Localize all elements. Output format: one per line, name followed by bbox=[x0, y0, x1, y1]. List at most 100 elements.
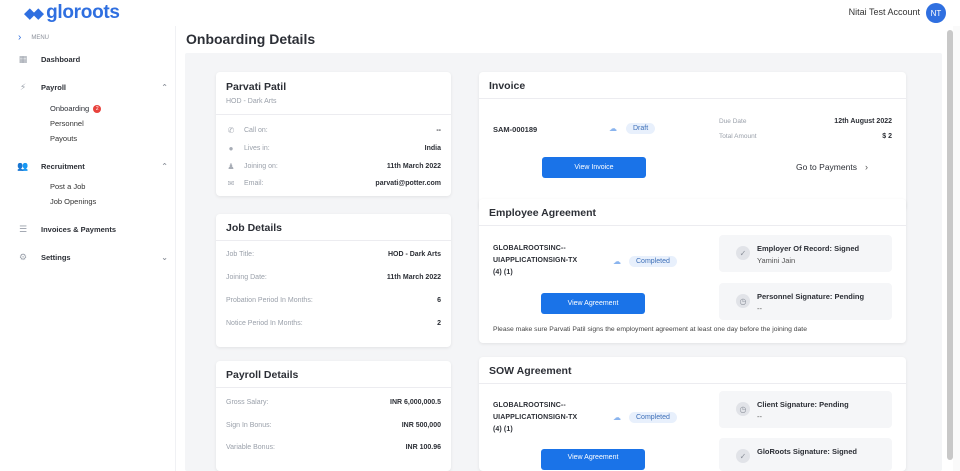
sidebar-subitem-label: Job Openings bbox=[50, 197, 97, 206]
logo-text: gloroots bbox=[46, 2, 120, 23]
signature-status-employer: ✓ Employer Of Record: Signed Yamini Jain bbox=[719, 235, 892, 272]
logo[interactable]: ◆◆ gloroots bbox=[24, 2, 120, 24]
sidebar-subitem-payouts[interactable]: Payouts bbox=[50, 134, 77, 143]
sidebar-item-label: Settings bbox=[41, 252, 71, 262]
main-content: Onboarding Details Parvati Patil HOD - D… bbox=[177, 26, 953, 471]
due-date-label: Due Date bbox=[719, 118, 747, 125]
signature-status-client: ◷ Client Signature: Pending -- bbox=[719, 391, 892, 428]
card-title: Job Details bbox=[216, 214, 451, 241]
person-icon: ♟ bbox=[227, 162, 235, 171]
profile-value: parvati@potter.com bbox=[375, 180, 441, 187]
sidebar: › MENU ▦ Dashboard ⚡ Payroll ⌃ Onboardin… bbox=[0, 26, 176, 471]
avatar[interactable]: NT bbox=[926, 3, 946, 23]
job-row: Notice Period In Months: 2 bbox=[226, 320, 441, 327]
gear-icon: ⚙ bbox=[18, 251, 28, 262]
chevron-right-icon: › bbox=[864, 162, 868, 172]
chevron-up-icon: ⌃ bbox=[161, 82, 168, 92]
sow-document-name[interactable]: GLOBALROOTSINC-- UIAPPLICATIONSIGN-TX (4… bbox=[493, 400, 577, 436]
total-amount-value: $ 2 bbox=[882, 133, 892, 140]
status-badge: Draft bbox=[626, 123, 656, 134]
profile-row-location: ● Lives in: India bbox=[226, 144, 441, 153]
sidebar-item-invoices-payments[interactable]: ☰ Invoices & Payments bbox=[18, 224, 168, 234]
sidebar-subitem-job-openings[interactable]: Job Openings bbox=[50, 197, 96, 206]
mail-icon: ✉ bbox=[227, 179, 235, 188]
phone-icon: ✆ bbox=[227, 126, 235, 135]
payroll-row: Sign In Bonus: INR 500,000 bbox=[226, 422, 441, 429]
profile-name: Parvati Patil bbox=[226, 81, 287, 93]
payroll-icon: ⚡ bbox=[19, 81, 27, 92]
card-title: SOW Agreement bbox=[479, 357, 906, 384]
sidebar-item-label: Payroll bbox=[41, 82, 67, 92]
signature-status-gloroots: ✓ GloRoots Signature: Signed bbox=[719, 438, 892, 471]
sidebar-item-dashboard[interactable]: ▦ Dashboard bbox=[18, 54, 168, 64]
scrollbar-thumb[interactable] bbox=[947, 30, 953, 460]
due-date-value: 12th August 2022 bbox=[834, 118, 892, 125]
location-icon: ● bbox=[228, 144, 234, 153]
clock-icon: ◷ bbox=[736, 402, 750, 416]
signature-status-personnel: ◷ Personnel Signature: Pending -- bbox=[719, 283, 892, 320]
agreement-note: Please make sure Parvati Patil signs the… bbox=[493, 326, 807, 333]
go-to-payments-label: Go to Payments bbox=[796, 162, 857, 172]
list-icon: ☰ bbox=[18, 223, 28, 234]
go-to-payments-link[interactable]: Go to Payments › bbox=[796, 162, 868, 172]
profile-row-joining: ♟ Joining on: 11th March 2022 bbox=[227, 162, 441, 171]
sidebar-item-label: Dashboard bbox=[41, 54, 81, 64]
chevron-down-icon: ⌄ bbox=[161, 252, 168, 262]
status-badge: Completed bbox=[629, 412, 677, 423]
logo-mark-icon: ◆◆ bbox=[24, 5, 44, 22]
view-agreement-button[interactable]: View Agreement bbox=[541, 293, 645, 314]
job-details-card: Job Details Job Title: HOD - Dark Arts J… bbox=[216, 214, 451, 347]
sidebar-subitem-label: Post a Job bbox=[50, 182, 86, 191]
scrollbar-track[interactable] bbox=[953, 26, 960, 471]
sidebar-item-settings[interactable]: ⚙ Settings ⌄ bbox=[18, 252, 168, 262]
chevron-up-icon: ⌃ bbox=[161, 161, 168, 171]
people-icon: 👥 bbox=[17, 160, 29, 171]
sidebar-item-payroll[interactable]: ⚡ Payroll ⌃ bbox=[18, 82, 168, 92]
sidebar-subitem-onboarding[interactable]: Onboarding 2 bbox=[50, 104, 102, 113]
status-badge: Completed bbox=[629, 256, 677, 267]
notification-badge: 2 bbox=[93, 104, 102, 113]
page-title: Onboarding Details bbox=[186, 31, 316, 47]
sidebar-subitem-label: Onboarding bbox=[50, 104, 90, 113]
check-icon: ✓ bbox=[736, 449, 750, 463]
payroll-row: Variable Bonus: INR 100.96 bbox=[226, 444, 441, 451]
profile-row-email: ✉ Email: parvati@potter.com bbox=[227, 179, 441, 188]
invoice-number[interactable]: SAM-000189 bbox=[493, 125, 537, 134]
profile-header: Parvati Patil HOD - Dark Arts bbox=[216, 72, 451, 115]
employee-agreement-card: Employee Agreement GLOBALROOTSINC-- UIAP… bbox=[479, 199, 906, 343]
job-row: Probation Period In Months: 6 bbox=[226, 297, 441, 304]
top-bar: ◆◆ gloroots Nitai Test Account NT bbox=[0, 0, 960, 26]
profile-card: Parvati Patil HOD - Dark Arts ✆ Call on: … bbox=[216, 72, 451, 196]
profile-value: India bbox=[424, 145, 441, 152]
card-title: Payroll Details bbox=[216, 361, 451, 388]
app-root: ◆◆ gloroots Nitai Test Account NT › MENU… bbox=[0, 0, 960, 471]
agreement-document-name[interactable]: GLOBALROOTSINC-- UIAPPLICATIONSIGN-TX (4… bbox=[493, 243, 577, 279]
card-title: Employee Agreement bbox=[479, 199, 906, 226]
job-row: Joining Date: 11th March 2022 bbox=[226, 274, 441, 281]
job-row: Job Title: HOD - Dark Arts bbox=[226, 251, 441, 258]
sidebar-subitem-label: Payouts bbox=[50, 134, 78, 143]
view-sow-agreement-button[interactable]: View Agreement bbox=[541, 449, 645, 470]
sidebar-subitem-personnel[interactable]: Personnel bbox=[50, 119, 84, 128]
total-amount-label: Total Amount bbox=[719, 133, 757, 140]
payroll-details-card: Payroll Details Gross Salary: INR 6,000,… bbox=[216, 361, 451, 471]
dashboard-icon: ▦ bbox=[18, 53, 28, 64]
clock-icon: ◷ bbox=[736, 294, 750, 308]
sidebar-subitem-label: Personnel bbox=[50, 119, 84, 128]
cloud-icon: ☁ bbox=[613, 413, 621, 422]
sidebar-item-recruitment[interactable]: 👥 Recruitment ⌃ bbox=[17, 160, 168, 171]
view-invoice-button[interactable]: View Invoice bbox=[542, 157, 646, 178]
sow-agreement-card: SOW Agreement GLOBALROOTSINC-- UIAPPLICA… bbox=[479, 357, 906, 471]
card-title: Invoice bbox=[479, 72, 906, 99]
profile-row-call: ✆ Call on: -- bbox=[227, 126, 441, 135]
profile-role: HOD - Dark Arts bbox=[226, 98, 277, 105]
menu-toggle[interactable]: › MENU bbox=[18, 32, 49, 43]
cloud-icon: ☁ bbox=[613, 257, 621, 266]
profile-value: 11th March 2022 bbox=[386, 163, 441, 170]
chevron-right-icon: › bbox=[18, 32, 22, 43]
sidebar-item-label: Invoices & Payments bbox=[41, 224, 117, 234]
sidebar-subitem-post-a-job[interactable]: Post a Job bbox=[50, 182, 85, 191]
menu-label: MENU bbox=[31, 34, 50, 41]
check-icon: ✓ bbox=[736, 246, 750, 260]
account-name[interactable]: Nitai Test Account bbox=[849, 7, 920, 17]
